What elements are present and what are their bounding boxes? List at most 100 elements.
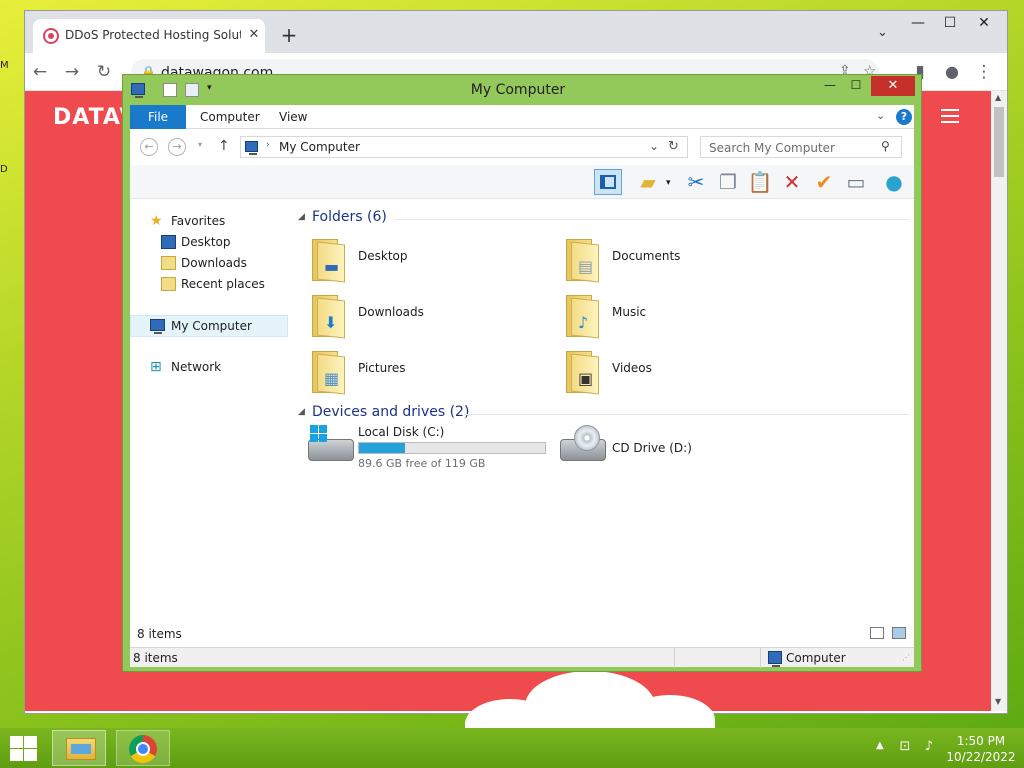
search-icon[interactable]: ⚲ xyxy=(881,139,890,153)
properties-dropdown-icon[interactable]: ▾ xyxy=(666,178,671,188)
sidebar-item-downloads[interactable]: Downloads xyxy=(130,253,290,274)
tab-close-icon[interactable]: ✕ xyxy=(244,25,264,45)
tab-computer[interactable]: Computer xyxy=(200,110,260,124)
tab-file[interactable]: File xyxy=(130,105,186,129)
start-button[interactable] xyxy=(8,734,38,762)
sidebar-item-network[interactable]: ⊞ Network xyxy=(130,357,290,378)
group-header-drives[interactable]: Devices and drives (2) xyxy=(312,404,469,420)
desktop-icon-label-m: M xyxy=(0,60,9,71)
folder-documents[interactable]: ▤ Documents xyxy=(562,233,802,285)
profile-avatar-icon[interactable]: ● xyxy=(941,61,963,83)
resize-grip-icon[interactable]: ⋰ xyxy=(902,653,910,662)
drive-local-disk-c[interactable]: Local Disk (C:) 89.6 GB free of 119 GB xyxy=(308,425,568,475)
clock-date[interactable]: 10/22/2022 xyxy=(944,750,1018,764)
back-icon[interactable]: ← xyxy=(140,138,158,156)
paste-icon[interactable]: 📋 xyxy=(746,169,774,195)
scroll-down-icon[interactable]: ▼ xyxy=(995,697,1001,706)
cd-disc-icon xyxy=(574,425,600,451)
address-row: ← → ▾ ↑ › My Computer ⌄ ↻ Search My Comp… xyxy=(130,129,914,165)
clock-time[interactable]: 1:50 PM xyxy=(944,734,1018,748)
browser-tab[interactable]: DDoS Protected Hosting Solutio ✕ xyxy=(33,19,265,53)
sidebar-item-favorites[interactable]: ★ Favorites xyxy=(130,211,290,232)
volume-icon[interactable]: ♪ xyxy=(922,740,936,754)
rename-icon[interactable]: ▭ xyxy=(842,169,870,195)
star-icon: ★ xyxy=(150,213,163,229)
computer-icon xyxy=(768,651,782,667)
navigation-pane: ★ Favorites Desktop Downloads Recent pla… xyxy=(130,199,290,619)
up-arrow-icon[interactable]: ↑ xyxy=(218,138,230,154)
close-button[interactable]: ✕ xyxy=(871,76,915,96)
group-header-folders[interactable]: Folders (6) xyxy=(312,209,387,225)
forward-arrow-icon[interactable]: → xyxy=(61,61,83,83)
drive-label: Local Disk (C:) xyxy=(358,425,445,439)
hamburger-menu-icon[interactable] xyxy=(941,109,959,123)
collapse-group-icon[interactable]: ◢ xyxy=(298,212,305,222)
check-icon[interactable]: ✔ xyxy=(810,169,838,195)
copy-icon[interactable]: ❐ xyxy=(714,169,742,195)
details-view-icon[interactable] xyxy=(870,627,884,639)
address-dropdown-icon[interactable]: ⌄ xyxy=(649,139,659,153)
reload-icon[interactable]: ↻ xyxy=(93,61,115,83)
maximize-button[interactable]: ☐ xyxy=(843,77,869,95)
tab-view[interactable]: View xyxy=(279,110,307,124)
browser-tab-strip: DDoS Protected Hosting Solutio ✕ + ⌄ — ☐… xyxy=(25,11,1007,53)
search-input[interactable]: Search My Computer ⚲ xyxy=(700,136,902,158)
drive-cd-d[interactable]: CD Drive (D:) xyxy=(560,425,760,475)
folder-label: Downloads xyxy=(358,305,424,319)
large-icons-view-icon[interactable] xyxy=(892,627,906,639)
content-pane: ◢ Folders (6) ▬ Desktop ▤ Documents ⬇ Do… xyxy=(298,199,914,619)
network-tray-icon[interactable]: ⊡ xyxy=(898,740,912,754)
drive-free-space: 89.6 GB free of 119 GB xyxy=(358,457,486,470)
help-icon[interactable]: ? xyxy=(896,109,912,125)
browser-minimize-button[interactable]: — xyxy=(901,11,935,37)
explorer-title-bar[interactable]: ▾ My Computer — ☐ ✕ xyxy=(123,75,921,105)
tab-search-icon[interactable]: ⌄ xyxy=(877,25,888,40)
scroll-up-icon[interactable]: ▲ xyxy=(995,93,1001,102)
recent-locations-icon[interactable]: ▾ xyxy=(198,140,202,149)
taskbar-file-explorer[interactable] xyxy=(52,730,106,766)
network-icon: ⊞ xyxy=(150,359,162,375)
disk-usage-fill xyxy=(359,443,405,453)
windows-logo-icon xyxy=(24,736,37,748)
group-divider xyxy=(394,219,910,220)
browser-close-button[interactable]: ✕ xyxy=(967,11,1001,37)
page-scrollbar[interactable]: ▲ ▼ xyxy=(991,91,1007,711)
windows-logo-icon xyxy=(10,749,23,761)
back-arrow-icon[interactable]: ← xyxy=(29,61,51,83)
computer-icon xyxy=(150,319,165,334)
browser-maximize-button[interactable]: ☐ xyxy=(933,11,967,37)
folder-label: Music xyxy=(612,305,647,319)
sidebar-item-label: Desktop xyxy=(181,235,231,249)
folder-downloads[interactable]: ⬇ Downloads xyxy=(308,289,548,341)
folder-videos[interactable]: ▣ Videos xyxy=(562,345,802,397)
sidebar-item-my-computer[interactable]: My Computer xyxy=(130,315,288,337)
properties-folder-icon[interactable]: ▰ xyxy=(634,169,662,195)
status-item-count: 8 items xyxy=(133,651,178,665)
breadcrumb-chevron-icon[interactable]: › xyxy=(266,140,270,150)
expand-ribbon-icon[interactable]: ⌄ xyxy=(876,109,885,122)
sidebar-item-desktop[interactable]: Desktop xyxy=(130,232,290,253)
navigation-pane-icon[interactable] xyxy=(594,169,622,195)
folder-desktop[interactable]: ▬ Desktop xyxy=(308,233,548,285)
show-hidden-icons-icon[interactable]: ▲ xyxy=(876,740,884,751)
forward-icon[interactable]: → xyxy=(168,138,186,156)
sidebar-item-recent-places[interactable]: Recent places xyxy=(130,274,290,295)
folder-pictures[interactable]: ▦ Pictures xyxy=(308,345,548,397)
cut-icon[interactable]: ✂ xyxy=(682,169,710,195)
taskbar-chrome[interactable] xyxy=(116,730,170,766)
scrollbar-thumb[interactable] xyxy=(994,107,1004,177)
refresh-icon[interactable]: ↻ xyxy=(668,139,679,154)
address-field[interactable]: › My Computer ⌄ ↻ xyxy=(240,136,688,158)
delete-icon[interactable]: ✕ xyxy=(778,169,806,195)
new-tab-button[interactable]: + xyxy=(278,25,300,47)
downloads-folder-icon xyxy=(161,256,176,270)
collapse-group-icon[interactable]: ◢ xyxy=(298,407,305,417)
windows-logo-icon xyxy=(310,425,328,443)
minimize-button[interactable]: — xyxy=(817,77,843,95)
folder-music[interactable]: ♪ Music xyxy=(562,289,802,341)
documents-folder-icon: ▤ xyxy=(562,235,602,283)
breadcrumb[interactable]: My Computer xyxy=(279,140,360,154)
menu-kebab-icon[interactable]: ⋮ xyxy=(973,61,995,83)
ribbon-tabs: File Computer View ⌄ ? xyxy=(130,105,914,129)
network-globe-icon[interactable]: ● xyxy=(880,169,908,195)
